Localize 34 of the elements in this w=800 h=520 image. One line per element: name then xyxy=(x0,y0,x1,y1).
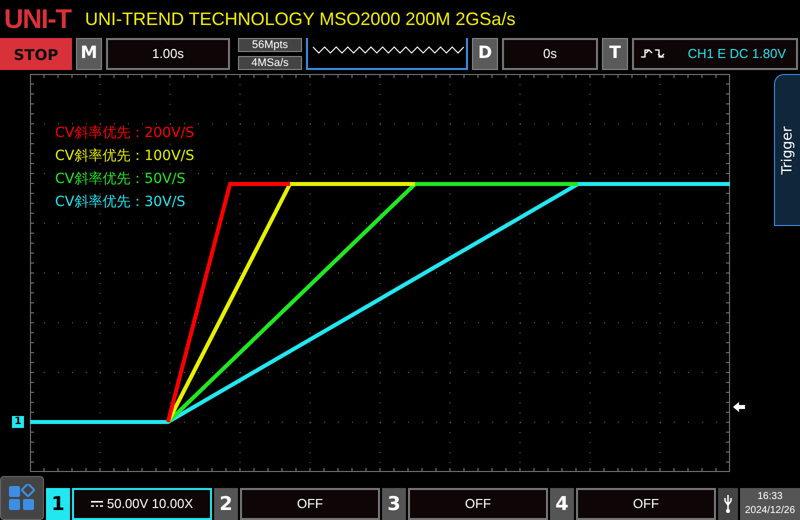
channel-field[interactable]: OFF xyxy=(576,488,716,520)
channel-field[interactable]: 50.00V 10.00X xyxy=(72,488,212,520)
timebase-field[interactable]: 1.00s xyxy=(106,38,230,70)
model-title: UNI-TREND TECHNOLOGY MSO2000 200M 2GSa/s xyxy=(84,8,516,30)
trigger-field[interactable]: CH1 E DC 1.80V xyxy=(632,38,798,70)
channel-field[interactable]: OFF xyxy=(408,488,548,520)
channel-marker[interactable]: 1 xyxy=(12,416,24,428)
brand-logo: UNI-T xyxy=(3,6,71,32)
legend-label: CV斜率优先：30V/S xyxy=(55,193,186,212)
delay-field[interactable]: 0s xyxy=(502,38,598,70)
channel-number[interactable]: 3 xyxy=(382,488,406,520)
trigger-level-icon xyxy=(733,402,745,412)
legend-label: CV斜率优先：100V/S xyxy=(55,147,194,166)
channel-number[interactable]: 4 xyxy=(550,488,574,520)
memory-depth: 56Mpts xyxy=(238,38,302,52)
legend-label: CV斜率优先：50V/S xyxy=(55,170,186,189)
delay-key[interactable]: D xyxy=(472,38,498,70)
trigger-key[interactable]: T xyxy=(602,38,628,70)
apps-icon xyxy=(8,484,36,512)
channel-number[interactable]: 1 xyxy=(46,488,70,520)
clock-time: 16:33 xyxy=(756,490,784,504)
legend-label: CV斜率优先：200V/S xyxy=(55,124,194,143)
run-stop-button[interactable]: STOP xyxy=(0,38,72,70)
zigzag-wave-icon xyxy=(312,46,464,54)
clock-date: 2024/12/26 xyxy=(744,504,796,518)
app-menu-button[interactable] xyxy=(0,476,44,520)
timebase-key[interactable]: M xyxy=(76,38,102,70)
dc-coupling-icon xyxy=(90,501,103,507)
waveform-overview[interactable] xyxy=(306,38,468,70)
channel-field[interactable]: OFF xyxy=(240,488,380,520)
channel-number[interactable]: 2 xyxy=(214,488,238,520)
sample-rate: 4MSa/s xyxy=(238,56,302,70)
usb-icon xyxy=(718,488,738,520)
side-menu-tab[interactable]: Trigger xyxy=(774,74,800,226)
